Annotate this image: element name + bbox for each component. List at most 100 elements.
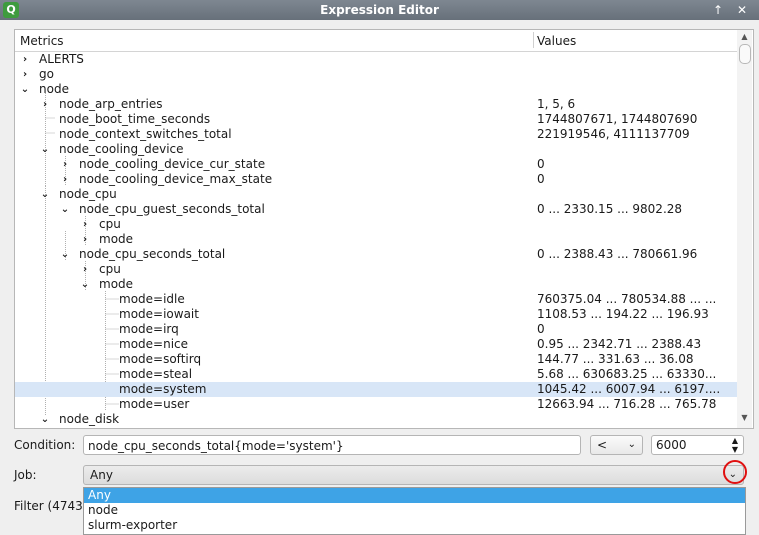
metric-label: node_boot_time_seconds xyxy=(59,112,211,126)
job-dropdown-list[interactable]: Any node slurm-exporter xyxy=(83,487,746,535)
metric-value: 5.68 ... 630683.25 ... 63330... xyxy=(537,367,717,381)
metric-label: node_disk xyxy=(59,412,120,426)
metric-value: 12663.94 ... 716.28 ... 765.78 xyxy=(537,397,717,411)
collapse-arrow-icon[interactable]: ⌄ xyxy=(80,277,90,292)
tree-row-node-disk[interactable]: ⌄ node_disk xyxy=(15,412,737,427)
tree-row-mode-iowait[interactable]: mode=iowait 1108.53 ... 194.22 ... 196.9… xyxy=(15,307,737,322)
tree-row-node[interactable]: ⌄ node xyxy=(15,82,737,97)
tree-row-node-arp-entries[interactable]: › node_arp_entries 1, 5, 6 xyxy=(15,97,737,112)
tree-row-node-cooling-device-cur-state[interactable]: › node_cooling_device_cur_state 0 xyxy=(15,157,737,172)
tree-row-node-cpu-guest-seconds-total[interactable]: ⌄ node_cpu_guest_seconds_total 0 ... 233… xyxy=(15,202,737,217)
collapse-arrow-icon[interactable]: ⌄ xyxy=(60,247,70,262)
maximize-icon[interactable]: ↑ xyxy=(709,2,727,18)
metric-label: node_cpu xyxy=(59,187,117,201)
metric-label: mode=softirq xyxy=(119,352,202,366)
metric-label: mode xyxy=(99,232,134,246)
tree-row-mode-user[interactable]: mode=user 12663.94 ... 716.28 ... 765.78 xyxy=(15,397,737,412)
job-option-any[interactable]: Any xyxy=(84,488,745,503)
expand-arrow-icon[interactable]: › xyxy=(80,232,90,247)
expand-arrow-icon[interactable]: › xyxy=(20,52,30,67)
scroll-up-icon[interactable]: ▲ xyxy=(739,32,750,43)
metric-value: 1, 5, 6 xyxy=(537,97,576,111)
job-option-slurm-exporter[interactable]: slurm-exporter xyxy=(84,518,745,533)
tree-row-seconds-cpu[interactable]: › cpu xyxy=(15,262,737,277)
scrollbar-thumb[interactable] xyxy=(739,44,751,64)
expand-arrow-icon[interactable]: › xyxy=(80,262,90,277)
highlight-circle xyxy=(723,460,747,484)
close-icon[interactable]: ✕ xyxy=(733,2,751,18)
metric-value: 0 ... 2388.43 ... 780661.96 xyxy=(537,247,698,261)
condition-expression-input[interactable]: node_cpu_seconds_total{mode='system'} xyxy=(83,435,581,455)
tree-row-node-cooling-device[interactable]: ⌄ node_cooling_device xyxy=(15,142,737,157)
tree-row-mode-nice[interactable]: mode=nice 0.95 ... 2342.71 ... 2388.43 xyxy=(15,337,737,352)
metric-label: ALERTS xyxy=(39,52,84,66)
tree-row-mode-softirq[interactable]: mode=softirq 144.77 ... 331.63 ... 36.08 xyxy=(15,352,737,367)
metric-label: node_cpu_guest_seconds_total xyxy=(79,202,265,216)
tree-row-guest-mode[interactable]: › mode xyxy=(15,232,737,247)
metric-label: mode=steal xyxy=(119,367,193,381)
operator-value: < xyxy=(597,438,608,452)
collapse-arrow-icon[interactable]: ⌄ xyxy=(20,82,30,97)
metric-label: mode=irq xyxy=(119,322,179,336)
metric-label: mode=user xyxy=(119,397,190,411)
metric-label: node xyxy=(39,82,69,96)
metric-value: 0.95 ... 2342.71 ... 2388.43 xyxy=(537,337,702,351)
job-selected-value: Any xyxy=(90,468,113,482)
tree-row-mode-system[interactable]: mode=system 1045.42 ... 6007.94 ... 6197… xyxy=(15,382,737,397)
vertical-scrollbar[interactable]: ▲ ▼ xyxy=(737,30,752,428)
tree-row-mode-idle[interactable]: mode=idle 760375.04 ... 780534.88 ... ..… xyxy=(15,292,737,307)
tree-row-node-context-switches-total[interactable]: node_context_switches_total 221919546, 4… xyxy=(15,127,737,142)
job-option-node[interactable]: node xyxy=(84,503,745,518)
metric-label: node_cooling_device xyxy=(59,142,184,156)
collapse-arrow-icon[interactable]: ⌄ xyxy=(40,412,50,427)
tree-row-node-boot-time-seconds[interactable]: node_boot_time_seconds 1744807671, 17448… xyxy=(15,112,737,127)
metric-label: mode=nice xyxy=(119,337,189,351)
scroll-down-icon[interactable]: ▼ xyxy=(739,413,750,424)
tree-row-node-cpu[interactable]: ⌄ node_cpu xyxy=(15,187,737,202)
title-bar: Q Expression Editor ↑ ✕ xyxy=(0,0,759,20)
expand-arrow-icon[interactable]: › xyxy=(60,172,70,187)
tree-row-node-cooling-device-max-state[interactable]: › node_cooling_device_max_state 0 xyxy=(15,172,737,187)
metric-value: 0 ... 2330.15 ... 9802.28 xyxy=(537,202,683,216)
expand-arrow-icon[interactable]: › xyxy=(20,67,30,82)
tree-row-mode-steal[interactable]: mode=steal 5.68 ... 630683.25 ... 63330.… xyxy=(15,367,737,382)
collapse-arrow-icon[interactable]: ⌄ xyxy=(60,202,70,217)
metric-label: node_cooling_device_max_state xyxy=(79,172,273,186)
metrics-tree[interactable]: Metrics Values › ALERTS › go ⌄ node › no… xyxy=(14,29,754,429)
tree-row-go[interactable]: › go xyxy=(15,67,737,82)
expand-arrow-icon[interactable]: › xyxy=(40,97,50,112)
spin-arrows-icon[interactable]: ▲ ▼ xyxy=(730,436,740,454)
chevron-down-icon: ⌄ xyxy=(627,439,636,450)
metric-label: mode=idle xyxy=(119,292,185,306)
metric-label: node_arp_entries xyxy=(59,97,163,111)
metric-value: 1045.42 ... 6007.94 ... 6197.... xyxy=(537,382,721,396)
metric-label: mode=system xyxy=(119,382,207,396)
tree-row-guest-cpu[interactable]: › cpu xyxy=(15,217,737,232)
metric-value: 0 xyxy=(537,157,545,171)
metric-value: 760375.04 ... 780534.88 ... ... xyxy=(537,292,717,306)
collapse-arrow-icon[interactable]: ⌄ xyxy=(40,187,50,202)
threshold-spinbox[interactable]: 6000 ▲ ▼ xyxy=(651,435,744,455)
metric-label: node_context_switches_total xyxy=(59,127,232,141)
metric-value: 1744807671, 1744807690 xyxy=(537,112,698,126)
expand-arrow-icon[interactable]: › xyxy=(60,157,70,172)
threshold-value: 6000 xyxy=(656,438,687,452)
tree-row-alerts[interactable]: › ALERTS xyxy=(15,52,737,67)
metric-label: cpu xyxy=(99,262,121,276)
metric-label: mode xyxy=(99,277,134,291)
tree-row-seconds-mode[interactable]: ⌄ mode xyxy=(15,277,737,292)
operator-select[interactable]: < ⌄ xyxy=(590,435,643,455)
tree-row-node-cpu-seconds-total[interactable]: ⌄ node_cpu_seconds_total 0 ... 2388.43 .… xyxy=(15,247,737,262)
metric-label: node_cooling_device_cur_state xyxy=(79,157,266,171)
metric-label: mode=iowait xyxy=(119,307,199,321)
metric-value: 0 xyxy=(537,172,545,186)
filter-label: Filter (4743 xyxy=(14,499,83,513)
job-select[interactable]: Any ⌄ xyxy=(83,465,744,485)
metric-label: cpu xyxy=(99,217,121,231)
metric-value: 221919546, 4111137709 xyxy=(537,127,690,141)
metric-label: node_cpu_seconds_total xyxy=(79,247,226,261)
tree-row-mode-irq[interactable]: mode=irq 0 xyxy=(15,322,737,337)
job-label: Job: xyxy=(14,468,37,482)
expand-arrow-icon[interactable]: › xyxy=(80,217,90,232)
collapse-arrow-icon[interactable]: ⌄ xyxy=(40,142,50,157)
